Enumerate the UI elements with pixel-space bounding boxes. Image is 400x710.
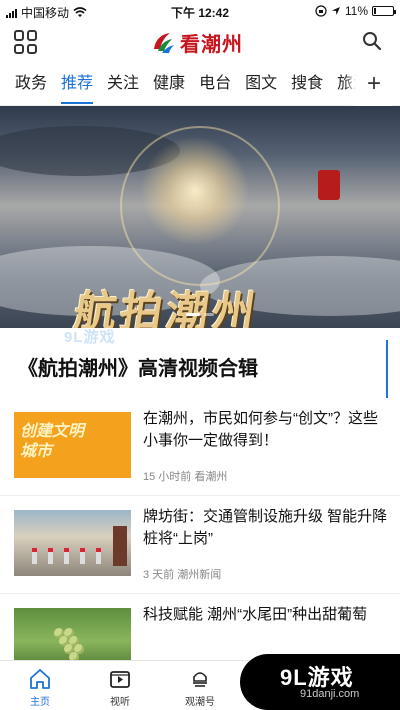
carousel-dot [186, 313, 200, 316]
tab-4[interactable]: 电台 [192, 62, 238, 106]
watermark-url: 91danji.com [300, 688, 360, 700]
tab-label: 主页 [30, 697, 50, 708]
banner-title: 航拍潮州 [71, 287, 263, 328]
tab-label: 观潮号 [185, 697, 215, 708]
banner-sun [140, 136, 250, 246]
channel-tabs: 政务 推荐 关注 健康 电台 图文 搜食 旅游 [8, 62, 376, 106]
news-list: 创建文明 城市 在潮州，市民如何参与“创文”？这些小事你一定做得到！ 15 小时… [0, 398, 400, 692]
news-title: 在潮州，市民如何参与“创文”？这些小事你一定做得到！ [143, 410, 378, 449]
status-right: 11% [315, 4, 396, 18]
tab-guanchao[interactable]: 观潮号 [170, 667, 230, 708]
news-thumbnail [14, 510, 131, 576]
carousel-dots [0, 313, 400, 316]
logo-text: 看潮州 [180, 31, 243, 56]
tab-0[interactable]: 政务 [8, 62, 54, 106]
thumbnail-caption-line: 创建文明 [20, 423, 85, 440]
tab-label: 视听 [110, 697, 130, 708]
guanchao-icon [193, 672, 207, 687]
news-thumbnail: 创建文明 城市 [14, 412, 131, 478]
app-logo: 看潮州 [150, 28, 243, 56]
section-scroll-indicator [386, 340, 388, 398]
hero-banner[interactable]: 航拍潮州 [0, 106, 400, 328]
tab-6[interactable]: 搜食 [284, 62, 330, 106]
news-title: 牌坊街：交通管制设施升级 智能升降桩将“上岗” [143, 508, 388, 547]
tab-3[interactable]: 健康 [146, 62, 192, 106]
thumbnail-caption: 创建文明 城市 [20, 422, 84, 462]
thumbnail-caption-line: 城市 [20, 443, 53, 460]
video-icon [110, 671, 130, 688]
channel-nav: 政务 推荐 关注 健康 电台 图文 搜食 旅游 + [0, 62, 400, 106]
tab-1[interactable]: 推荐 [54, 62, 100, 106]
tab-2[interactable]: 关注 [100, 62, 146, 106]
battery-percent: 11% [344, 4, 368, 18]
grid-menu-icon[interactable] [14, 30, 38, 54]
watermark-banner-text: 9L游戏 [64, 329, 116, 346]
home-icon [30, 669, 50, 689]
section-title[interactable]: 《航拍潮州》高清视频合辑 [18, 352, 258, 381]
tab-video[interactable]: 视听 [90, 667, 150, 708]
news-item[interactable]: 创建文明 城市 在潮州，市民如何参与“创文”？这些小事你一定做得到！ 15 小时… [0, 398, 400, 496]
status-bar: 中国移动 下午 12:42 11% [0, 0, 400, 22]
location-icon [331, 7, 340, 15]
news-meta: 3 天前 潮州新闻 [143, 569, 222, 581]
tab-home[interactable]: 主页 [10, 667, 70, 708]
news-meta: 15 小时前 看潮州 [143, 471, 228, 483]
news-item[interactable]: 牌坊街：交通管制设施升级 智能升降桩将“上岗” 3 天前 潮州新闻 [0, 496, 400, 594]
orientation-lock-icon [315, 5, 327, 17]
red-seal-icon [318, 170, 340, 200]
battery-icon [372, 6, 396, 16]
news-title: 科技赋能 潮州“水尾田”种出甜葡萄 [143, 606, 368, 623]
chaozhou-logo-icon [154, 33, 174, 53]
add-channel-button[interactable]: + [356, 62, 392, 106]
site-watermark: 9L游戏 91danji.com [240, 654, 400, 710]
carousel-dot [204, 313, 214, 316]
app-header: 看潮州 [0, 22, 400, 62]
tab-5[interactable]: 图文 [238, 62, 284, 106]
search-icon[interactable] [362, 31, 382, 51]
